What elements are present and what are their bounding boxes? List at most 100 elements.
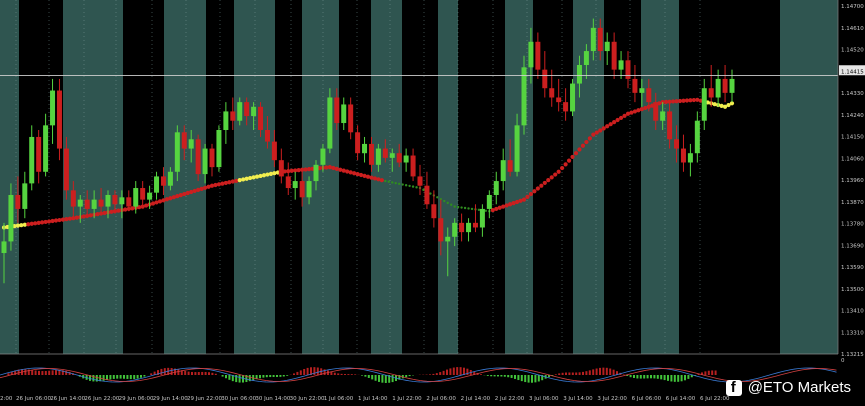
osc-bar bbox=[442, 370, 445, 375]
candle-body bbox=[452, 222, 458, 237]
osc-bar bbox=[680, 375, 683, 382]
osc-bar bbox=[595, 368, 598, 375]
osc-bar bbox=[150, 373, 153, 375]
candle-body bbox=[459, 222, 465, 233]
osc-bar bbox=[650, 375, 652, 379]
ma-dot bbox=[248, 175, 253, 181]
candle-body bbox=[424, 185, 430, 205]
candle-body bbox=[680, 148, 686, 163]
osc-bar bbox=[299, 370, 302, 375]
osc-bar bbox=[391, 375, 394, 383]
osc-bar bbox=[7, 373, 10, 375]
osc-bar bbox=[313, 367, 316, 375]
osc-bar bbox=[582, 371, 584, 375]
osc-bar bbox=[279, 375, 282, 377]
osc-bar bbox=[537, 375, 540, 382]
osc-bar bbox=[44, 370, 47, 375]
osc-bar bbox=[660, 375, 663, 380]
ma-dot bbox=[553, 172, 558, 177]
candle-body bbox=[56, 90, 62, 149]
ma-dot bbox=[258, 173, 263, 179]
ma-dot bbox=[408, 184, 411, 188]
osc-bar bbox=[653, 375, 656, 379]
osc-bar bbox=[381, 375, 384, 383]
osc-bar bbox=[639, 375, 642, 379]
osc-bar bbox=[129, 375, 132, 380]
osc-bar bbox=[354, 374, 357, 375]
price-label: 1.14700 bbox=[841, 4, 864, 10]
osc-bar bbox=[480, 374, 482, 375]
candle-body bbox=[576, 64, 582, 84]
candle-body bbox=[77, 199, 83, 207]
osc-bar bbox=[687, 375, 690, 379]
candle-body bbox=[590, 27, 596, 52]
osc-bar bbox=[609, 368, 612, 375]
osc-bar bbox=[378, 375, 380, 382]
osc-bar bbox=[599, 367, 601, 375]
osc-bar bbox=[558, 373, 561, 375]
ma-dot bbox=[549, 175, 554, 180]
candle-body bbox=[507, 160, 513, 172]
candle-body bbox=[368, 143, 374, 165]
ma-dot bbox=[460, 206, 463, 209]
candle-body bbox=[36, 136, 42, 172]
ma-dot bbox=[429, 192, 432, 195]
osc-bar bbox=[605, 367, 608, 375]
candle-body bbox=[715, 78, 721, 98]
ma-dot bbox=[254, 174, 260, 179]
ma-dot bbox=[446, 201, 449, 205]
candle-body bbox=[618, 60, 624, 70]
candle-body bbox=[472, 222, 478, 228]
ma-dot bbox=[573, 151, 579, 156]
candle-body bbox=[535, 41, 541, 70]
osc-bar bbox=[493, 375, 496, 377]
ma-dot bbox=[566, 158, 572, 163]
candle-body bbox=[604, 41, 610, 52]
ma-dot bbox=[265, 172, 270, 177]
osc-bar bbox=[204, 371, 207, 375]
candle-body bbox=[29, 136, 35, 184]
time-label: 29 Jun 06:00 bbox=[119, 396, 154, 402]
osc-bar bbox=[109, 375, 112, 380]
candle-body bbox=[646, 88, 652, 103]
osc-bar bbox=[446, 369, 448, 375]
candle-body bbox=[431, 204, 437, 219]
candle-body bbox=[563, 102, 569, 112]
osc-bar bbox=[646, 375, 649, 379]
candle-body bbox=[105, 194, 111, 207]
session-band bbox=[63, 0, 123, 354]
candle-body bbox=[244, 102, 250, 117]
osc-bar bbox=[643, 375, 646, 379]
candle-body bbox=[486, 194, 492, 209]
osc-bar bbox=[265, 375, 268, 378]
osc-bar bbox=[466, 368, 469, 375]
ma-dot bbox=[415, 186, 418, 189]
candle-body bbox=[355, 132, 361, 154]
candle-body bbox=[729, 78, 735, 93]
candle-body bbox=[611, 41, 617, 70]
osc-bar bbox=[704, 371, 707, 375]
price-label: 1.13780 bbox=[841, 222, 864, 228]
osc-bar bbox=[361, 375, 363, 376]
ma-dot bbox=[528, 191, 534, 197]
ma-dot bbox=[387, 180, 390, 183]
time-label: 6 Jul 14:00 bbox=[666, 396, 696, 402]
ma-dot bbox=[436, 196, 439, 199]
osc-bar bbox=[636, 375, 639, 379]
ma-dot bbox=[521, 197, 527, 202]
osc-bar bbox=[571, 372, 574, 375]
ma-dot bbox=[456, 205, 460, 209]
ma-dot bbox=[261, 173, 267, 178]
price-label: 1.13410 bbox=[841, 309, 864, 315]
candle-body bbox=[493, 181, 499, 195]
watermark-text: @ETO Markets bbox=[747, 379, 851, 396]
candle-body bbox=[362, 143, 368, 154]
candle-body bbox=[181, 132, 187, 149]
osc-scale-label: 0 bbox=[841, 358, 845, 364]
time-label: 2:00 bbox=[0, 396, 13, 402]
price-label: 1.14150 bbox=[841, 135, 864, 141]
candle-body bbox=[334, 97, 340, 124]
time-label: 1 Jul 14:00 bbox=[358, 396, 388, 402]
candle-body bbox=[341, 104, 347, 124]
candle-body bbox=[195, 139, 201, 175]
